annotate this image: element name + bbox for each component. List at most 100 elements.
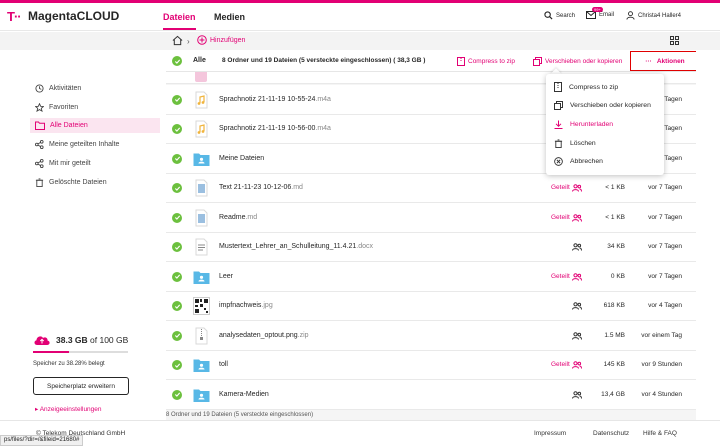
- share-people-icon[interactable]: [572, 302, 582, 310]
- audio-file-icon: [195, 120, 208, 138]
- table-row[interactable]: Mustertext_Lehrer_an_Schulleitung_11.4.2…: [166, 232, 696, 262]
- star-icon: [35, 103, 44, 112]
- storage-total: of 100 GB: [87, 334, 129, 345]
- menu-item-cancel[interactable]: Abbrechen: [554, 157, 603, 166]
- table-row[interactable]: analysedaten_optout.png.zip 1.5 MB vor ein…: [166, 321, 696, 351]
- table-row[interactable]: toll Geteilt 145 KB vor 9 Stunden: [166, 350, 696, 380]
- row-checkbox[interactable]: [172, 94, 182, 105]
- file-modified: vor einem Tag: [641, 331, 682, 339]
- table-row[interactable]: Leer Geteilt 0 KB vor 7 Tagen: [166, 262, 696, 292]
- row-checkbox[interactable]: [172, 271, 182, 282]
- menu-item-delete[interactable]: Löschen: [554, 139, 596, 148]
- menu-item-compress-zip[interactable]: Compress to zip: [554, 82, 618, 92]
- share-button[interactable]: [572, 361, 582, 371]
- search-button[interactable]: Search: [544, 11, 575, 20]
- share-button[interactable]: [572, 243, 582, 253]
- file-name[interactable]: Kamera-Medien: [219, 391, 269, 398]
- row-checkbox[interactable]: [172, 301, 182, 312]
- sidebar-item-aktivitaeten[interactable]: Aktivitäten: [30, 81, 160, 96]
- menu-item-label: Löschen: [570, 140, 596, 147]
- row-checkbox[interactable]: [172, 212, 182, 223]
- footer-link-hilfe[interactable]: Hilfe & FAQ: [643, 430, 677, 437]
- sidebar-item-alle-dateien[interactable]: Alle Dateien: [30, 118, 160, 133]
- add-new-button[interactable]: Hinzufügen: [197, 35, 245, 45]
- app-title[interactable]: MagentaCLOUD: [28, 9, 119, 23]
- audio-file-icon: [195, 91, 208, 109]
- share-people-icon[interactable]: [572, 243, 582, 251]
- grid-view-icon[interactable]: [670, 36, 679, 45]
- file-name[interactable]: Sprachnotiz 21-11-19 10-56-00.m4a: [219, 125, 331, 132]
- file-modified: vor 7 Tagen: [648, 213, 682, 221]
- app-header: T·· MagentaCLOUD Dateien Medien Search 9…: [0, 3, 720, 31]
- display-settings-label: Anzeigeeinstellungen: [39, 406, 102, 413]
- share-people-icon[interactable]: [572, 390, 582, 399]
- share-people-icon[interactable]: [572, 331, 582, 340]
- text-file-icon: [195, 179, 208, 197]
- actions-menu-button[interactable]: ··· Aktionen: [630, 51, 696, 71]
- menu-item-label: Verschieben oder kopieren: [570, 102, 651, 109]
- file-name[interactable]: toll: [219, 361, 228, 368]
- email-button[interactable]: 99+ Email: [586, 7, 614, 19]
- shared-label[interactable]: Geteilt: [551, 184, 570, 191]
- share-people-icon[interactable]: [572, 361, 582, 369]
- file-name[interactable]: Leer: [219, 273, 233, 280]
- shared-label[interactable]: Geteilt: [551, 361, 570, 368]
- share-people-icon[interactable]: [572, 213, 582, 222]
- file-name[interactable]: impfnachweis.jpg: [219, 302, 273, 309]
- move-copy-button[interactable]: Verschieben oder kopieren: [533, 57, 622, 66]
- row-checkbox[interactable]: [172, 153, 182, 164]
- file-name[interactable]: analysedaten_optout.png.zip: [219, 332, 309, 339]
- shared-label[interactable]: Geteilt: [551, 214, 570, 221]
- footer-link-impressum[interactable]: Impressum: [534, 430, 566, 437]
- row-checkbox[interactable]: [172, 183, 182, 194]
- share-people-icon[interactable]: [572, 272, 582, 281]
- share-button[interactable]: [572, 272, 582, 283]
- browser-status-url: ps/files/?dir=/&fileid=21680#: [0, 435, 84, 446]
- check-icon: [174, 304, 180, 309]
- file-basename: Text 21-11-23 10-12-06: [219, 184, 292, 192]
- nav-tab-dateien[interactable]: Dateien: [163, 12, 196, 30]
- user-menu-button[interactable]: Christa4 Haller4: [626, 11, 681, 20]
- row-checkbox[interactable]: [172, 124, 182, 135]
- mail-icon: [586, 11, 596, 19]
- file-extension: .m4a: [315, 95, 331, 103]
- share-people-icon[interactable]: [572, 184, 582, 192]
- sidebar-item-mit-mir-geteilt[interactable]: Mit mir geteilt: [30, 156, 160, 171]
- compress-zip-button[interactable]: Compress to zip: [457, 57, 515, 66]
- file-name[interactable]: Mustertext_Lehrer_an_Schulleitung_11.4.2…: [219, 243, 373, 250]
- share-button[interactable]: [572, 213, 582, 224]
- share-button[interactable]: [572, 331, 582, 342]
- file-name[interactable]: Text 21-11-23 10-12-06.md: [219, 184, 303, 191]
- menu-item-move-copy[interactable]: Verschieben oder kopieren: [554, 101, 651, 110]
- home-icon[interactable]: [172, 35, 183, 46]
- share-button[interactable]: [572, 302, 582, 312]
- table-row[interactable]: Text 21-11-23 10-12-06.md Geteilt < 1 KB vo…: [166, 173, 696, 203]
- row-checkbox[interactable]: [172, 389, 182, 400]
- file-basename: Kamera-Medien: [219, 390, 269, 398]
- table-row[interactable]: Readme.md Geteilt < 1 KB vor 7 Tagen: [166, 203, 696, 233]
- table-row[interactable]: impfnachweis.jpg 618 KB vor 4 Tagen: [166, 291, 696, 321]
- search-label: Search: [556, 12, 576, 19]
- file-name[interactable]: Meine Dateien: [219, 155, 264, 162]
- file-name[interactable]: Sprachnotiz 21-11-19 10-55-24.m4a: [219, 96, 331, 103]
- sidebar-item-meine-geteilten[interactable]: Meine geteilten Inhalte: [30, 137, 160, 152]
- row-checkbox[interactable]: [172, 330, 182, 341]
- share-button[interactable]: [572, 390, 582, 401]
- display-settings-link[interactable]: ▸ Anzeigeeinstellungen: [35, 405, 102, 413]
- nav-tab-medien[interactable]: Medien: [214, 12, 245, 22]
- table-row[interactable]: Kamera-Medien 13,4 GB vor 4 Stunden: [166, 380, 696, 410]
- share-button[interactable]: [572, 184, 582, 194]
- select-all-checkbox[interactable]: [172, 56, 182, 66]
- zip-file-icon: [195, 327, 208, 345]
- shared-label[interactable]: Geteilt: [551, 273, 570, 280]
- telekom-logo[interactable]: T··: [7, 9, 22, 24]
- footer-link-datenschutz[interactable]: Datenschutz: [593, 430, 629, 437]
- menu-item-label: Herunterladen: [570, 121, 614, 128]
- row-checkbox[interactable]: [172, 360, 182, 371]
- upgrade-storage-button[interactable]: Speicherplatz erweitern: [33, 377, 129, 395]
- sidebar-item-favoriten[interactable]: Favoriten: [30, 100, 160, 115]
- row-checkbox[interactable]: [172, 242, 182, 253]
- sidebar-item-geloeschte[interactable]: Gelöschte Dateien: [30, 175, 160, 190]
- file-name[interactable]: Readme.md: [219, 214, 257, 221]
- menu-item-download[interactable]: Herunterladen: [554, 120, 613, 129]
